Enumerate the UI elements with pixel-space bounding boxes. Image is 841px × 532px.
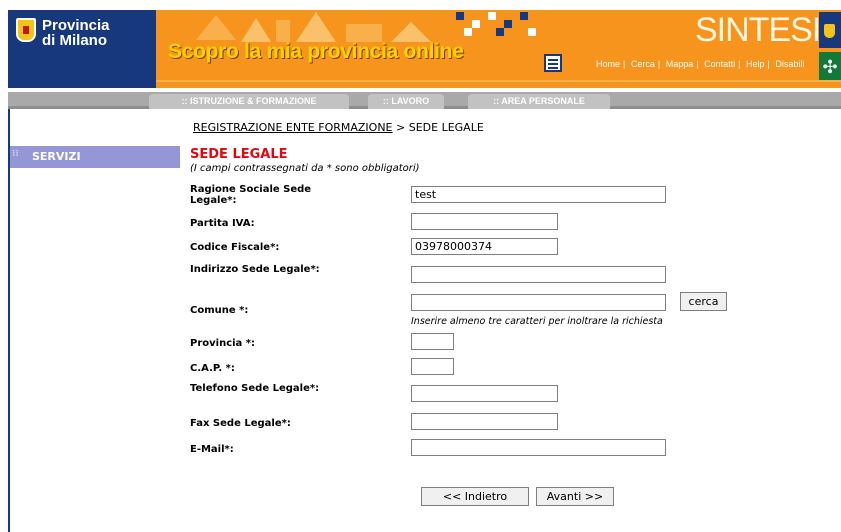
- header-bottom-band: [156, 80, 841, 88]
- province-name-line1: Provincia: [42, 17, 110, 34]
- top-strip: [0, 0, 841, 10]
- email-label: E-Mail*:: [190, 444, 234, 455]
- nav-disabili[interactable]: Disabili: [775, 59, 804, 69]
- nav-help[interactable]: Help: [746, 59, 765, 69]
- nav-cerca[interactable]: Cerca: [631, 59, 655, 69]
- cap-label: C.A.P. *:: [190, 363, 235, 374]
- section-tab-bar: :: ISTRUZIONE & FORMAZIONE :: LAVORO :: …: [8, 92, 841, 109]
- comune-label: Comune *:: [190, 305, 249, 316]
- nav-contatti[interactable]: Contatti: [704, 59, 735, 69]
- fax-label: Fax Sede Legale*:: [190, 418, 291, 429]
- sintesi-brand: SINTESI: [695, 11, 821, 49]
- dots-icon: ⁝⁝: [12, 149, 19, 159]
- sidebar-item-servizi[interactable]: ⁝⁝ SERVIZI: [10, 146, 180, 168]
- partita-iva-input[interactable]: [411, 213, 558, 230]
- telefono-label: Telefono Sede Legale*:: [190, 383, 320, 394]
- breadcrumb: REGISTRAZIONE ENTE FORMAZIONE > SEDE LEG…: [193, 121, 484, 134]
- breadcrumb-registrazione-link[interactable]: REGISTRAZIONE ENTE FORMAZIONE: [193, 121, 393, 134]
- indirizzo-input[interactable]: [411, 266, 666, 283]
- required-fields-note: (I campi contrassegnati da * sono obblig…: [190, 163, 420, 174]
- province-name-line2: di Milano: [42, 32, 107, 49]
- coat-of-arms-icon: [819, 12, 841, 48]
- crest-icon: [16, 18, 36, 42]
- ragione-sociale-input[interactable]: [411, 186, 666, 203]
- email-input[interactable]: [411, 439, 666, 456]
- sidebar-item-label: SERVIZI: [32, 150, 81, 163]
- tab-area-personale[interactable]: :: AREA PERSONALE: [468, 94, 610, 109]
- breadcrumb-current: SEDE LEGALE: [408, 121, 484, 134]
- province-logo[interactable]: Provincia di Milano: [8, 10, 156, 88]
- cap-input[interactable]: [411, 358, 454, 375]
- partita-iva-label: Partita IVA:: [190, 218, 255, 229]
- telefono-input[interactable]: [411, 385, 558, 402]
- nav-home[interactable]: Home: [596, 59, 620, 69]
- left-border: [8, 109, 10, 532]
- ragione-sociale-label: Ragione Sociale Sede Legale*:: [190, 184, 312, 206]
- sintesi-s-icon: [544, 54, 562, 72]
- banner-slogan: Scopro la mia provincia online: [168, 40, 464, 63]
- comune-hint: Inserire almeno tre caratteri per inoltr…: [411, 316, 663, 327]
- indirizzo-label: Indirizzo Sede Legale*:: [190, 264, 320, 275]
- nav-mappa[interactable]: Mappa: [666, 59, 694, 69]
- fax-input[interactable]: [411, 413, 558, 430]
- site-header: Provincia di Milano Scopro la mia provin…: [8, 10, 841, 88]
- province-name: Provincia di Milano: [42, 18, 110, 48]
- tab-lavoro[interactable]: :: LAVORO: [368, 94, 444, 109]
- cerca-button[interactable]: cerca: [680, 292, 727, 311]
- back-button[interactable]: << Indietro: [421, 487, 529, 506]
- breadcrumb-separator: >: [396, 121, 406, 134]
- next-button[interactable]: Avanti >>: [536, 487, 614, 506]
- top-navigation: Home | Cerca | Mappa | Contatti | Help | Disa…: [596, 59, 805, 69]
- provincia-input[interactable]: [411, 333, 454, 350]
- page-title: SEDE LEGALE: [190, 147, 288, 162]
- codice-fiscale-label: Codice Fiscale*:: [190, 242, 280, 253]
- comune-input[interactable]: [411, 294, 666, 311]
- tab-istruzione-formazione[interactable]: :: ISTRUZIONE & FORMAZIONE: [149, 94, 349, 109]
- provincia-label: Provincia *:: [190, 338, 256, 349]
- codice-fiscale-input[interactable]: [411, 238, 558, 255]
